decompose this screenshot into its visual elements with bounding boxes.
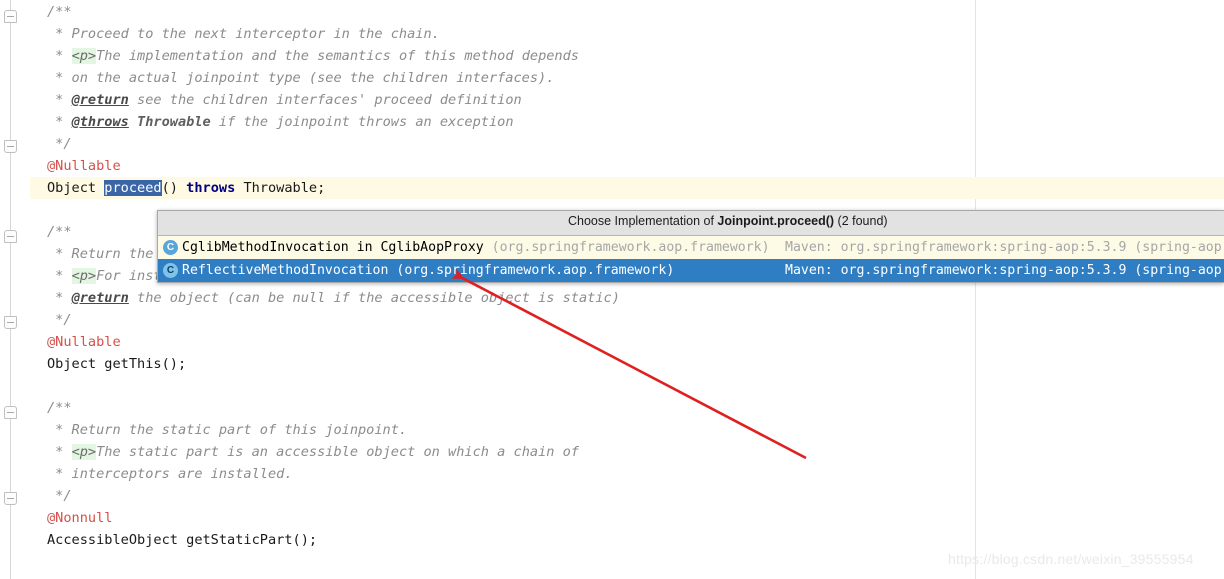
code-line[interactable]: * @return the object (can be null if the… [47,287,620,309]
code-token-cmt: */ [47,488,72,504]
popup-title-target: Joinpoint.proceed() [717,214,835,228]
code-line[interactable]: * @throws Throwable if the joinpoint thr… [47,111,514,133]
code-content[interactable]: /** * Proceed to the next interceptor in… [0,0,1224,579]
code-line[interactable]: * Return the static part of this joinpoi… [47,419,407,441]
implementation-package: (org.springframework.aop.framework) [491,240,770,255]
code-line[interactable]: /** [47,1,72,23]
fold-marker-end[interactable] [4,492,17,505]
code-token-tagl: @throws [71,114,129,130]
implementation-source-library: Maven: org.springframework:spring-aop:5.… [785,263,1222,278]
watermark-text: https://blog.csdn.net/weixin_39555954 [948,551,1194,567]
code-line[interactable]: */ [47,309,72,331]
code-line[interactable]: @Nonnull [47,507,112,529]
code-token-cmt: */ [47,312,72,328]
popup-title-prefix: Choose Implementation of [568,214,718,228]
class-icon: C [163,263,178,278]
code-line[interactable]: * <p>The static part is an accessible ob… [47,441,579,463]
code-token-cmt: * [47,290,72,306]
implementation-name: ReflectiveMethodInvocation (org.springfr… [182,263,674,278]
code-token-cmt-b: Throwable [137,114,211,130]
choose-implementation-popup[interactable]: Choose Implementation of Joinpoint.proce… [157,210,1224,283]
code-line[interactable]: @Nullable [47,155,121,177]
implementation-list[interactable]: C CglibMethodInvocation in CglibAopProxy … [158,236,1224,282]
code-line[interactable]: */ [47,133,72,155]
code-token-cmt: * Return the static part of this joinpoi… [47,422,408,438]
code-token-cmt: * [47,114,72,130]
code-token-tagl: @return [71,92,129,108]
code-token-id: Object getThis(); [47,356,187,372]
fold-marker-end[interactable] [4,140,17,153]
code-token-anno: @Nonnull [47,510,113,526]
code-token-anno: @Nullable [47,334,121,350]
implementation-class: CglibMethodInvocation in CglibAopProxy [182,240,492,255]
code-token-id: Throwable; [235,180,326,196]
code-token-sel: proceed [104,180,162,196]
implementation-class: ReflectiveMethodInvocation [182,263,397,278]
code-token-cmt: /** [47,224,72,240]
code-token-cmt: the object (can be null if the accessibl… [128,290,620,306]
code-token-tagl: @return [71,290,129,306]
popup-title-count: (2 found) [834,214,888,228]
code-line[interactable]: /** [47,221,72,243]
fold-marker-start[interactable] [4,10,17,23]
code-line[interactable]: Object proceed() throws Throwable; [47,177,325,199]
code-token-tag: <p> [71,268,97,284]
fold-marker-start[interactable] [4,230,17,243]
code-token-cmt: /** [47,400,72,416]
code-line[interactable]: /** [47,397,72,419]
code-line[interactable]: * interceptors are installed. [47,463,293,485]
implementation-package: (org.springframework.aop.framework) [396,263,675,278]
code-token-kw: throws [186,180,236,196]
code-token-cmt: * Proceed to the next interceptor in the… [47,26,440,42]
code-token-cmt: * [47,268,72,284]
code-token-cmt: The implementation and the semantics of … [96,48,579,64]
code-token-cmt: * [47,48,72,64]
popup-title-bar: Choose Implementation of Joinpoint.proce… [158,211,1224,236]
code-token-cmt: The static part is an accessible object … [96,444,579,460]
code-token-cmt: * interceptors are installed. [47,466,293,482]
code-token-cmt: */ [47,136,72,152]
code-line[interactable]: @Nullable [47,331,121,353]
code-token-cmt [129,114,137,130]
code-token-cmt: * on the actual joinpoint type (see the … [47,70,555,86]
code-token-tag: <p> [71,444,97,460]
code-token-id: AccessibleObject getStaticPart(); [47,532,318,548]
code-line[interactable]: Object getThis(); [47,353,186,375]
code-line[interactable]: * <p>The implementation and the semantic… [47,45,579,67]
code-token-cmt: if the joinpoint throws an exception [210,114,514,130]
code-token-cmt: see the children interfaces' proceed def… [128,92,522,108]
fold-marker-end[interactable] [4,316,17,329]
code-token-id: Object [47,180,105,196]
code-editor[interactable]: /** * Proceed to the next interceptor in… [0,0,1224,579]
fold-marker-start[interactable] [4,406,17,419]
implementation-source-library: Maven: org.springframework:spring-aop:5.… [785,240,1222,255]
code-line[interactable]: * @return see the children interfaces' p… [47,89,522,111]
class-icon: C [163,240,178,255]
code-line[interactable]: */ [47,485,72,507]
code-token-anno: @Nullable [47,158,121,174]
implementation-row[interactable]: C ReflectiveMethodInvocation (org.springf… [158,259,1224,282]
editor-gutter[interactable] [0,0,30,579]
implementation-name: CglibMethodInvocation in CglibAopProxy (… [182,240,770,255]
code-token-cmt: * [47,444,72,460]
code-line[interactable]: AccessibleObject getStaticPart(); [47,529,317,551]
code-token-id: () [161,180,187,196]
code-line[interactable]: * on the actual joinpoint type (see the … [47,67,554,89]
code-token-cmt: /** [47,4,72,20]
code-line[interactable]: * Proceed to the next interceptor in the… [47,23,440,45]
implementation-row[interactable]: C CglibMethodInvocation in CglibAopProxy … [158,236,1224,259]
code-token-cmt: * [47,92,72,108]
code-token-tag: <p> [71,48,97,64]
